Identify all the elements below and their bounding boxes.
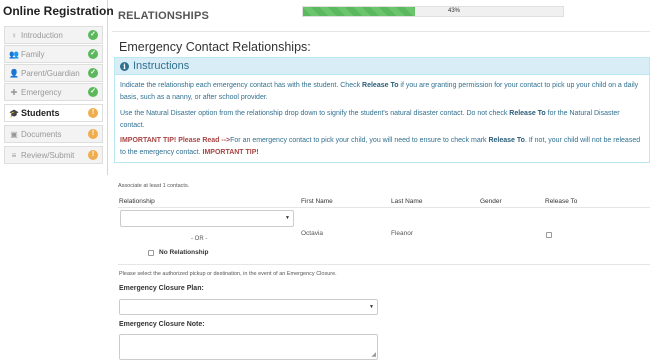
graduation-cap-icon: 🎓 <box>9 108 19 118</box>
sidebar-item-review-submit[interactable]: ≡ Review/Submit ! <box>4 146 103 164</box>
col-header-first-name: First Name <box>301 198 333 205</box>
no-relationship-checkbox[interactable] <box>148 250 154 256</box>
list-icon: ≡ <box>11 150 17 160</box>
progress-fill <box>303 7 415 16</box>
col-header-last-name: Last Name <box>391 198 423 205</box>
no-relationship-label: No Relationship <box>159 249 209 256</box>
chevron-down-icon: ▼ <box>369 304 374 310</box>
sidebar-item-label: Documents <box>21 129 62 139</box>
closure-note: Please select the authorized pickup or d… <box>119 271 337 277</box>
instructions-paragraph-1: Indicate the relationship each emergency… <box>120 82 639 101</box>
sidebar-item-emergency[interactable]: ✚ Emergency ✓ <box>4 83 103 101</box>
info-icon: i <box>120 61 129 71</box>
col-header-gender: Gender <box>480 198 502 205</box>
sidebar-item-documents[interactable]: ▣ Documents ! <box>4 125 103 143</box>
release-to-checkbox[interactable] <box>546 232 552 238</box>
sidebar-item-label: Students <box>21 108 60 118</box>
section-header: RELATIONSHIPS <box>118 10 210 22</box>
warning-icon: ! <box>88 108 98 118</box>
users-icon: 👥 <box>9 49 19 59</box>
check-icon: ✓ <box>88 49 98 59</box>
sidebar-title: Online Registration <box>3 4 114 18</box>
sidebar-item-parent-guardian[interactable]: 👤 Parent/Guardian ✓ <box>4 64 103 82</box>
instructions-title: Instructions <box>133 60 190 72</box>
warning-icon: ! <box>88 129 98 139</box>
closure-plan-select[interactable]: ▼ <box>119 299 378 315</box>
closure-note-label: Emergency Closure Note: <box>119 321 205 328</box>
contact-first-name: Octavia <box>301 230 324 237</box>
col-header-relationship: Relationship <box>119 198 155 205</box>
or-separator: - OR - <box>191 236 208 242</box>
user-icon: 👤 <box>9 68 19 78</box>
contact-last-name: Fleanor <box>391 230 414 237</box>
lightbulb-icon: ♀ <box>11 30 17 40</box>
sidebar-item-label: Parent/Guardian <box>21 68 80 78</box>
medkit-icon: ✚ <box>10 87 18 97</box>
sidebar-item-introduction[interactable]: ♀ Introduction ✓ <box>4 26 103 44</box>
closure-note-textarea[interactable]: ◢ <box>119 334 378 360</box>
instructions-paragraph-2: Use the Natural Disaster option from the… <box>120 110 620 129</box>
relationship-select[interactable]: ▼ <box>120 210 294 227</box>
chevron-down-icon: ▼ <box>285 215 290 221</box>
sidebar-item-label: Family <box>21 49 45 59</box>
sidebar-item-students[interactable]: 🎓 Students ! <box>4 104 103 122</box>
closure-plan-label: Emergency Closure Plan: <box>119 285 204 292</box>
table-row-divider <box>118 264 650 265</box>
sidebar-item-label: Emergency <box>21 87 62 97</box>
sidebar-item-label: Review/Submit <box>21 150 75 160</box>
instructions-header: i Instructions <box>115 58 649 75</box>
check-icon: ✓ <box>88 68 98 78</box>
document-icon: ▣ <box>10 129 18 139</box>
sidebar: Online Registration ♀ Introduction ✓ 👥 F… <box>0 0 114 175</box>
instructions-panel: i Instructions Indicate the relationship… <box>114 57 650 163</box>
progress-text: 43% <box>448 8 461 14</box>
resize-grip-icon[interactable]: ◢ <box>371 351 376 358</box>
sidebar-item-family[interactable]: 👥 Family ✓ <box>4 45 103 63</box>
sidebar-item-label: Introduction <box>21 30 63 40</box>
instructions-paragraph-3: IMPORTANT TIP! Please Read -->For an eme… <box>120 137 641 156</box>
check-icon: ✓ <box>88 30 98 40</box>
page-title: Emergency Contact Relationships: <box>119 40 311 54</box>
table-divider <box>118 207 650 208</box>
warning-icon: ! <box>88 150 98 160</box>
associate-note: Associate at least 1 contacts. <box>118 183 190 189</box>
header-divider <box>112 31 650 32</box>
col-header-release-to: Release To <box>545 198 578 205</box>
progress-bar: 43% <box>302 6 564 17</box>
check-icon: ✓ <box>88 87 98 97</box>
